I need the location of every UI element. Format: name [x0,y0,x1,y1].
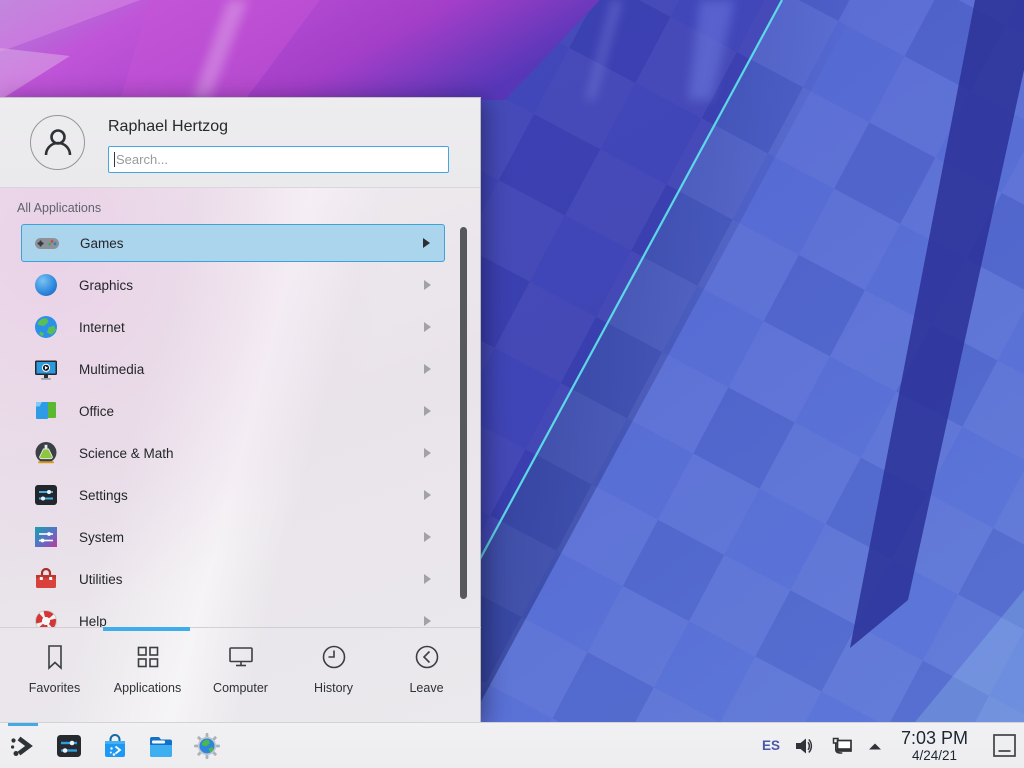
submenu-arrow-icon [424,322,431,332]
footer-tabbar: Favorites Applications Computer History [0,627,481,723]
application-launcher-popup: Raphael Hertzog Search... All Applicatio… [0,97,481,722]
taskbar: ES 7:03 PM 4/24/21 [0,722,1024,768]
desktop: Raphael Hertzog Search... All Applicatio… [0,0,1024,768]
system-tray: ES 7:03 PM 4/24/21 [762,729,1024,763]
grid-icon [133,642,163,672]
submenu-arrow-icon [424,616,431,626]
submenu-arrow-icon [424,406,431,416]
submenu-arrow-icon [424,490,431,500]
sidebar-item-graphics[interactable]: Graphics [21,264,445,306]
sidebar-item-utilities[interactable]: Utilities [21,558,445,600]
show-desktop-button[interactable] [991,732,1018,759]
keyboard-layout-indicator[interactable]: ES [762,738,780,753]
submenu-arrow-icon [423,238,430,248]
tab-leave[interactable]: Leave [380,628,473,723]
sidebar-item-science-math[interactable]: Science & Math [21,432,445,474]
dolphin-folder-icon[interactable] [146,731,176,761]
clock-time: 7:03 PM [901,729,968,748]
sidebar-item-office[interactable]: Office [21,390,445,432]
avatar[interactable] [30,115,85,170]
submenu-arrow-icon [424,280,431,290]
monitor-icon [226,642,256,672]
kickoff-launcher-icon[interactable] [8,731,38,761]
active-task-indicator [8,723,38,726]
submenu-arrow-icon [424,448,431,458]
user-icon [38,123,78,163]
lifebuoy-icon [33,608,59,627]
clock-date: 4/24/21 [901,748,968,763]
bookmark-icon [40,642,70,672]
sliders-gradient-icon [33,524,59,550]
clock[interactable]: 7:03 PM 4/24/21 [901,729,968,763]
sphere-icon [33,272,59,298]
text-caret [114,152,115,167]
monitor-play-icon [33,356,59,382]
globe-gear-icon[interactable] [192,731,222,761]
section-label: All Applications [17,201,101,215]
tray-expand-arrow-icon[interactable] [866,736,884,756]
submenu-arrow-icon [424,574,431,584]
submenu-arrow-icon [424,532,431,542]
system-settings-icon[interactable] [54,731,84,761]
sidebar-item-help[interactable]: Help [21,600,445,627]
sidebar-item-settings[interactable]: Settings [21,474,445,516]
sidebar-item-internet[interactable]: Internet [21,306,445,348]
toolbox-icon [33,566,59,592]
flask-icon [33,440,59,466]
task-launchers [0,731,222,761]
submenu-arrow-icon [424,364,431,374]
tab-favorites[interactable]: Favorites [8,628,101,723]
discover-bag-icon[interactable] [100,731,130,761]
volume-icon[interactable] [793,735,815,757]
documents-icon [33,398,59,424]
back-circle-icon [412,642,442,672]
sidebar-item-games[interactable]: Games [21,224,445,262]
tab-computer[interactable]: Computer [194,628,287,723]
tab-history[interactable]: History [287,628,380,723]
sidebar-item-multimedia[interactable]: Multimedia [21,348,445,390]
sidebar-item-system[interactable]: System [21,516,445,558]
globe-icon [33,314,59,340]
wired-network-icon[interactable] [828,734,853,758]
sliders-dark-icon [33,482,59,508]
launcher-header: Raphael Hertzog Search... [0,98,480,188]
clock-icon [319,642,349,672]
search-placeholder: Search... [116,152,168,167]
user-name: Raphael Hertzog [108,118,228,136]
tab-applications[interactable]: Applications [101,628,194,723]
gamepad-icon [34,230,60,256]
scrollbar[interactable] [460,227,467,599]
category-list: Games Graphics Internet [0,218,481,627]
search-input[interactable]: Search... [108,146,449,173]
active-tab-indicator [103,627,190,631]
